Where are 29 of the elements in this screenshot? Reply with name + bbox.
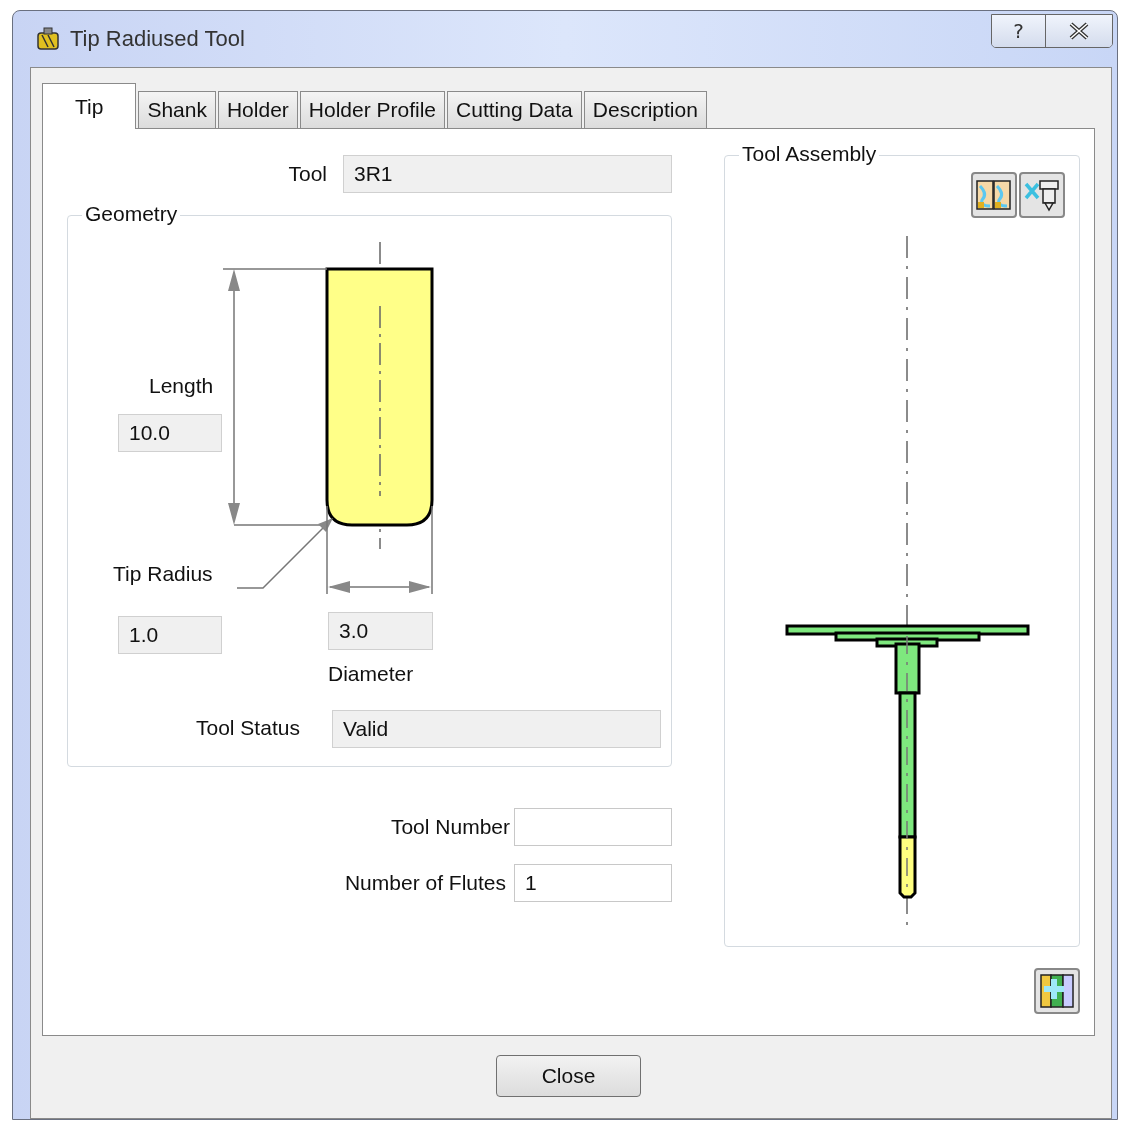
- field-label: Number of Flutes: [344, 871, 506, 895]
- field-label: Tool: [288, 162, 327, 186]
- diameter-field[interactable]: 3.0: [328, 612, 433, 650]
- tab[interactable]: Shank: [138, 91, 216, 128]
- close-icon: [1068, 22, 1090, 40]
- cutter-icon: [34, 25, 62, 53]
- tool-status-field[interactable]: Valid: [332, 710, 661, 748]
- close-button[interactable]: [1046, 15, 1112, 47]
- tool-edit-button[interactable]: [1019, 172, 1065, 218]
- help-button[interactable]: ?: [992, 15, 1046, 47]
- tab[interactable]: Holder Profile: [299, 91, 446, 128]
- close-dialog-button[interactable]: Close: [496, 1055, 641, 1097]
- tool-number-field[interactable]: [514, 808, 672, 846]
- field-label: Tip Radius: [113, 562, 213, 586]
- tool-field[interactable]: 3R1: [343, 155, 672, 193]
- toolpath-view-button[interactable]: [971, 172, 1017, 218]
- tab[interactable]: Cutting Data: [447, 91, 582, 128]
- field-label: Tool Status: [196, 716, 300, 740]
- tab[interactable]: Tip: [42, 83, 137, 129]
- add-tool-button[interactable]: [1034, 968, 1080, 1014]
- length-field[interactable]: 10.0: [118, 414, 222, 452]
- field-label: Diameter: [328, 662, 414, 686]
- window-title: Tip Radiused Tool: [70, 26, 245, 52]
- field-label: Tool Number: [390, 815, 510, 839]
- tip-radius-field[interactable]: 1.0: [118, 616, 222, 654]
- tab[interactable]: Description: [583, 91, 707, 128]
- flutes-field[interactable]: 1: [514, 864, 672, 902]
- tab[interactable]: Holder: [217, 91, 298, 128]
- field-label: Length: [149, 374, 214, 398]
